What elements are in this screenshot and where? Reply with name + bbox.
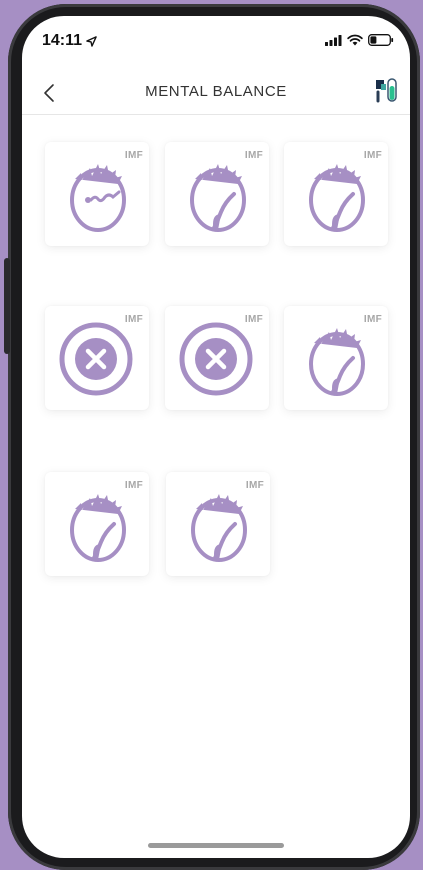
face-curl-icon: [70, 494, 126, 562]
meditation-card-8[interactable]: IMF: [166, 472, 270, 576]
status-time: 14:11: [42, 32, 97, 50]
wifi-icon: [347, 34, 363, 46]
circle-x-icon: [179, 322, 253, 396]
page-title: MENTAL BALANCE: [145, 83, 287, 100]
meditation-card-6[interactable]: IMF: [284, 306, 388, 410]
status-bar: 14:11: [22, 16, 410, 66]
phone-side-button: [4, 258, 10, 354]
meditation-card-5-locked[interactable]: IMF: [165, 306, 269, 410]
app-screen: 14:11 MENTAL BALANCE IMF IMF IMF IMF IMF…: [22, 16, 410, 858]
meditation-card-4-locked[interactable]: IMF: [45, 306, 149, 410]
meditation-card-3[interactable]: IMF: [284, 142, 388, 246]
face-curl-icon: [191, 494, 247, 562]
navigation-bar: MENTAL BALANCE: [22, 74, 410, 115]
status-icons: [325, 34, 394, 46]
face-wavy-line-icon: [70, 164, 126, 232]
meditation-card-2[interactable]: IMF: [165, 142, 269, 246]
circle-x-icon: [59, 322, 133, 396]
cellular-signal-icon: [325, 34, 342, 46]
brand-logo-icon[interactable]: [374, 76, 398, 104]
location-arrow-icon: [86, 35, 97, 47]
home-indicator[interactable]: [148, 843, 284, 848]
meditation-card-7[interactable]: IMF: [45, 472, 149, 576]
time-label: 14:11: [42, 32, 83, 49]
face-curl-icon: [309, 328, 365, 396]
meditation-card-1[interactable]: IMF: [45, 142, 149, 246]
face-curl-icon: [309, 164, 365, 232]
face-curl-icon: [190, 164, 246, 232]
battery-icon: [368, 34, 394, 46]
